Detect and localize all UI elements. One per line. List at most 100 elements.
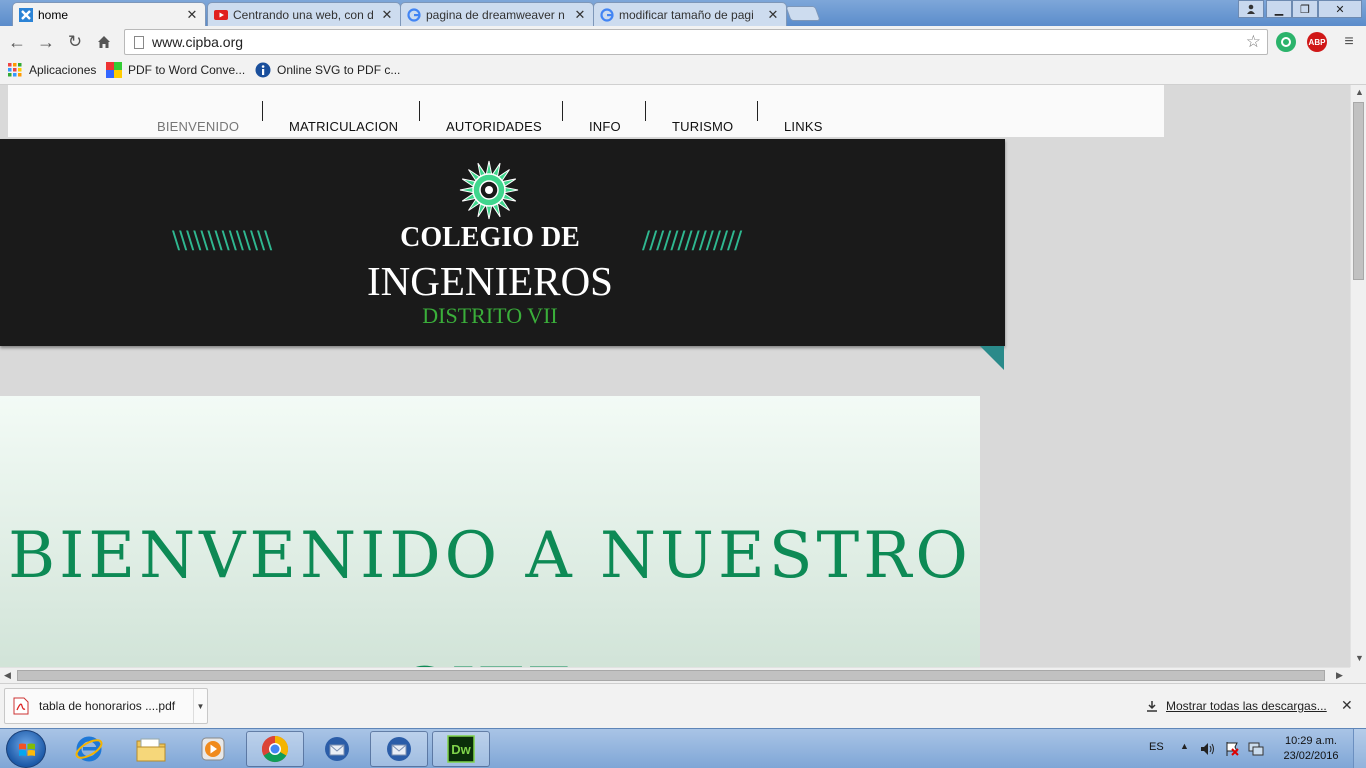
nav-link-links[interactable]: LINKS: [784, 119, 823, 134]
taskbar-chrome[interactable]: [246, 731, 304, 767]
adblock-plus-extension-icon[interactable]: ABP: [1307, 32, 1327, 52]
tab-close-icon[interactable]: ✕: [573, 7, 587, 23]
minimize-button[interactable]: ▁: [1266, 0, 1292, 18]
download-menu-chevron-icon[interactable]: ▼: [193, 689, 207, 723]
show-all-label: Mostrar todas las descargas...: [1166, 699, 1327, 713]
internet-explorer-icon: [75, 736, 103, 762]
reload-icon[interactable]: ↻: [64, 31, 86, 53]
scroll-down-arrow-icon[interactable]: ▼: [1355, 653, 1364, 663]
nav-link-turismo[interactable]: TURISMO: [672, 119, 733, 134]
gear-logo-icon: [459, 160, 519, 220]
back-arrow-icon[interactable]: ←: [6, 31, 28, 53]
start-button[interactable]: [6, 730, 46, 768]
info-icon: [255, 62, 271, 78]
user-icon[interactable]: [1238, 0, 1264, 18]
windows-taskbar: Dw ES ▲ 10:29 a.m. 23/02/2016: [0, 728, 1366, 768]
site-navigation: BIENVENIDO MATRICULACION AUTORIDADES INF…: [8, 85, 1164, 137]
scroll-right-arrow-icon[interactable]: ▶: [1336, 670, 1343, 681]
banner-fold-corner: [980, 346, 1004, 370]
menu-icon[interactable]: ≡: [1338, 31, 1360, 53]
media-player-icon: [201, 737, 225, 761]
show-all-downloads-link[interactable]: Mostrar todas las descargas...: [1146, 699, 1327, 713]
pdf-file-icon: [13, 697, 29, 715]
nav-separator: [645, 101, 646, 121]
chrome-icon: [261, 735, 289, 763]
system-tray: ES ▲ 10:29 a.m. 23/02/2016: [1140, 729, 1366, 768]
taskbar-file-explorer[interactable]: [122, 731, 180, 767]
svg-text:Dw: Dw: [451, 742, 471, 757]
horizontal-scroll-thumb[interactable]: [17, 670, 1325, 681]
bookmark-apps[interactable]: Aplicaciones: [7, 62, 96, 78]
scroll-left-arrow-icon[interactable]: ◀: [4, 670, 11, 681]
google-favicon-icon: [407, 7, 421, 22]
taskbar-internet-explorer[interactable]: [60, 731, 118, 767]
close-downloads-icon[interactable]: ✕: [1341, 697, 1353, 714]
nav-link-matriculacion[interactable]: MATRICULACION: [289, 119, 398, 134]
action-center-flag-icon[interactable]: [1224, 741, 1240, 757]
horizontal-scrollbar[interactable]: ◀ ▶: [0, 667, 1350, 683]
nav-separator: [562, 101, 563, 121]
tab-title: Centrando una web, con d: [233, 7, 374, 22]
browser-tab-strip: home ✕ Centrando una web, con d ✕ pagina…: [0, 0, 1366, 26]
forward-arrow-icon[interactable]: →: [35, 31, 57, 53]
scroll-up-arrow-icon[interactable]: ▲: [1355, 87, 1364, 97]
volume-icon[interactable]: [1200, 742, 1216, 756]
folder-icon: [136, 738, 166, 762]
language-indicator[interactable]: ES: [1149, 741, 1164, 753]
thunderbird-icon: [325, 737, 349, 761]
google-favicon-icon: [600, 7, 614, 22]
header-banner: \\\\\\\\\\\\\\ ////////////// COLEGIO DE…: [0, 139, 1005, 346]
bookmarks-bar: Aplicaciones PDF to Word Conve... Online…: [0, 58, 1366, 85]
bookmark-star-icon[interactable]: ☆: [1246, 32, 1261, 52]
browser-toolbar: ← → ↻ www.cipba.org ☆ ABP ≡: [0, 26, 1366, 58]
taskbar-media-player[interactable]: [184, 731, 242, 767]
nav-link-autoridades[interactable]: AUTORIDADES: [446, 119, 542, 134]
clock[interactable]: 10:29 a.m. 23/02/2016: [1276, 734, 1346, 764]
tab-youtube[interactable]: Centrando una web, con d ✕: [207, 2, 401, 26]
bookmark-svg-to-pdf[interactable]: Online SVG to PDF c...: [255, 62, 400, 78]
site-favicon-icon: [19, 7, 33, 22]
nav-separator: [419, 101, 420, 121]
header-subtitle: DISTRITO VII: [422, 303, 558, 328]
show-hidden-icons-icon[interactable]: ▲: [1180, 741, 1189, 751]
tab-close-icon[interactable]: ✕: [766, 7, 780, 23]
nav-link-info[interactable]: INFO: [589, 119, 621, 134]
show-desktop-button[interactable]: [1353, 729, 1366, 768]
nav-separator: [262, 101, 263, 121]
pdf-to-word-icon: [106, 62, 122, 78]
tab-google-2[interactable]: modificar tamaño de pagi ✕: [593, 2, 787, 26]
close-window-button[interactable]: ✕: [1318, 0, 1362, 18]
taskbar-thunderbird-open[interactable]: [370, 731, 428, 767]
header-title-line2: INGENIEROS: [367, 258, 613, 304]
abp-label: ABP: [1308, 37, 1326, 47]
youtube-favicon-icon: [214, 8, 228, 22]
tab-close-icon[interactable]: ✕: [185, 7, 199, 23]
address-bar[interactable]: www.cipba.org ☆: [124, 29, 1268, 55]
thunderbird-icon: [387, 737, 411, 761]
nav-link-bienvenido[interactable]: BIENVENIDO: [157, 119, 239, 134]
network-icon[interactable]: [1248, 741, 1264, 757]
welcome-section: BIENVENIDO A NUESTRO SITE: [0, 396, 980, 667]
bookmark-pdf-to-word[interactable]: PDF to Word Conve...: [106, 62, 245, 78]
clock-date: 23/02/2016: [1283, 750, 1339, 762]
tab-title: pagina de dreamweaver n: [426, 7, 565, 22]
tab-close-icon[interactable]: ✕: [380, 7, 394, 23]
taskbar-thunderbird[interactable]: [308, 731, 366, 767]
welcome-heading: BIENVENIDO A NUESTRO SITE: [8, 519, 972, 667]
download-item[interactable]: tabla de honorarios ....pdf ▼: [4, 688, 208, 724]
grammarly-extension-icon[interactable]: [1276, 32, 1296, 52]
dreamweaver-icon: Dw: [447, 735, 475, 763]
clock-time: 10:29 a.m.: [1285, 735, 1337, 747]
new-tab-button[interactable]: [785, 6, 821, 21]
apps-grid-icon: [8, 63, 22, 77]
address-url: www.cipba.org: [152, 34, 244, 50]
page-icon: [134, 35, 144, 49]
downloads-bar: tabla de honorarios ....pdf ▼ Mostrar to…: [0, 683, 1366, 728]
tab-google-1[interactable]: pagina de dreamweaver n ✕: [400, 2, 594, 26]
restore-button[interactable]: ❐: [1292, 0, 1318, 18]
vertical-scrollbar[interactable]: ▲ ▼: [1350, 85, 1366, 667]
tab-home[interactable]: home ✕: [12, 2, 206, 26]
taskbar-dreamweaver[interactable]: Dw: [432, 731, 490, 767]
vertical-scroll-thumb[interactable]: [1353, 102, 1364, 280]
home-icon[interactable]: [93, 31, 115, 53]
